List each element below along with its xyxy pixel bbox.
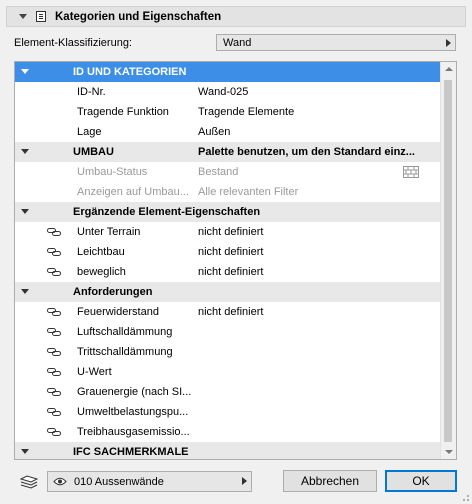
link-icon (47, 308, 61, 316)
expand-triangle-icon[interactable] (21, 149, 29, 154)
expand-triangle-icon[interactable] (21, 209, 29, 214)
property-row[interactable]: ID-Nr. Wand-025 (15, 82, 442, 102)
row-value[interactable]: Tragende Elemente (198, 106, 294, 118)
link-icon (47, 268, 61, 276)
property-row[interactable]: Leichtbau nicht definiert (15, 242, 442, 262)
link-icon (47, 368, 61, 376)
link-icon (47, 328, 61, 336)
row-label: ID UND KATEGORIEN (73, 66, 187, 78)
ok-button[interactable]: OK (385, 470, 457, 492)
row-value[interactable]: nicht definiert (198, 266, 263, 278)
resize-grip-icon[interactable] (460, 492, 470, 502)
row-label: Anzeigen auf Umbau... (77, 186, 189, 198)
link-icon (47, 388, 61, 396)
link-icon (47, 348, 61, 356)
property-row[interactable]: U-Wert (15, 362, 442, 382)
row-label: Unter Terrain (77, 226, 141, 238)
row-label: Leichtbau (77, 246, 125, 258)
row-label: Anforderungen (73, 286, 153, 298)
property-row[interactable]: Luftschalldämmung (15, 322, 442, 342)
property-tree[interactable]: ID UND KATEGORIEN ID-Nr. Wand-025 Tragende … (14, 61, 457, 460)
classification-label: Element-Klassifizierung: (14, 37, 132, 49)
section-row[interactable]: ID UND KATEGORIEN (15, 62, 442, 82)
row-value[interactable]: nicht definiert (198, 226, 263, 238)
chevron-right-icon (242, 477, 247, 485)
row-label: Umweltbelastungspu... (77, 406, 189, 418)
property-row[interactable]: Umweltbelastungspu... (15, 402, 442, 422)
expand-triangle-icon[interactable] (21, 289, 29, 294)
section-row[interactable]: UMBAU Palette benutzen, um den Standard e… (15, 142, 442, 162)
section-row[interactable]: IFC SACHMERKMALE (15, 442, 442, 459)
row-value[interactable]: Außen (198, 126, 230, 138)
row-label: ID-Nr. (77, 86, 106, 98)
brick-wall-icon (403, 166, 419, 178)
row-value: Palette benutzen, um den Standard einz..… (198, 146, 415, 158)
row-label: Luftschalldämmung (77, 326, 173, 338)
row-label: Lage (77, 126, 102, 138)
classification-row: Element-Klassifizierung: Wand (14, 34, 457, 52)
expand-triangle-icon[interactable] (21, 449, 29, 454)
row-value: Bestand (198, 166, 239, 178)
row-label: Feuerwiderstand (77, 306, 159, 318)
panel-title: Kategorien und Eigenschaften (55, 10, 222, 23)
layer-value: 010 Aussenwände (74, 475, 164, 488)
row-label: UMBAU (73, 146, 114, 158)
panel-header[interactable]: Kategorien und Eigenschaften (6, 6, 466, 27)
link-icon (47, 428, 61, 436)
layer-select[interactable]: 010 Aussenwände (47, 471, 252, 492)
property-row[interactable]: Umbau-Status Bestand (15, 162, 442, 182)
row-label: beweglich (77, 266, 126, 278)
row-label: U-Wert (77, 366, 112, 378)
property-row[interactable]: Feuerwiderstand nicht definiert (15, 302, 442, 322)
property-row[interactable]: beweglich nicht definiert (15, 262, 442, 282)
row-value[interactable]: nicht definiert (198, 246, 263, 258)
property-rows: ID UND KATEGORIEN ID-Nr. Wand-025 Tragende … (15, 62, 442, 459)
property-row[interactable]: Trittschalldämmung (15, 342, 442, 362)
property-row[interactable]: Lage Außen (15, 122, 442, 142)
scroll-thumb[interactable] (444, 80, 452, 442)
footer-bar: 010 Aussenwände Abbrechen OK (0, 466, 472, 504)
cancel-button[interactable]: Abbrechen (283, 470, 377, 492)
row-value[interactable]: Wand-025 (198, 86, 248, 98)
property-row[interactable]: Tragende Funktion Tragende Elemente (15, 102, 442, 122)
row-label: Grauenergie (nach SI... (77, 386, 192, 398)
collapse-triangle-icon[interactable] (19, 14, 27, 19)
row-label: Tragende Funktion (77, 106, 169, 118)
eye-icon (53, 477, 67, 486)
row-label: Treibhausgasemissio... (77, 426, 190, 438)
row-label: IFC SACHMERKMALE (73, 446, 189, 458)
expand-triangle-icon[interactable] (21, 69, 29, 74)
section-row[interactable]: Anforderungen (15, 282, 442, 302)
section-row[interactable]: Ergänzende Element-Eigenschaften (15, 202, 442, 222)
link-icon (47, 248, 61, 256)
property-row[interactable]: Grauenergie (nach SI... (15, 382, 442, 402)
row-label: Umbau-Status (77, 166, 148, 178)
classification-select[interactable]: Wand (216, 34, 456, 51)
property-row[interactable]: Anzeigen auf Umbau... Alle relevanten Fil… (15, 182, 442, 202)
property-row[interactable]: Unter Terrain nicht definiert (15, 222, 442, 242)
panel-list-icon (36, 11, 46, 22)
classification-value: Wand (223, 36, 252, 49)
chevron-right-icon (446, 39, 451, 47)
row-label: Trittschalldämmung (77, 346, 173, 358)
row-value[interactable]: nicht definiert (198, 306, 263, 318)
scroll-down-icon[interactable] (445, 450, 453, 454)
vertical-scrollbar[interactable] (440, 62, 456, 459)
link-icon (47, 408, 61, 416)
scroll-up-icon[interactable] (445, 67, 453, 71)
link-icon (47, 228, 61, 236)
property-row[interactable]: Treibhausgasemissio... (15, 422, 442, 442)
row-label: Ergänzende Element-Eigenschaften (73, 206, 261, 218)
row-value: Alle relevanten Filter (198, 186, 299, 198)
layers-icon (19, 475, 39, 489)
